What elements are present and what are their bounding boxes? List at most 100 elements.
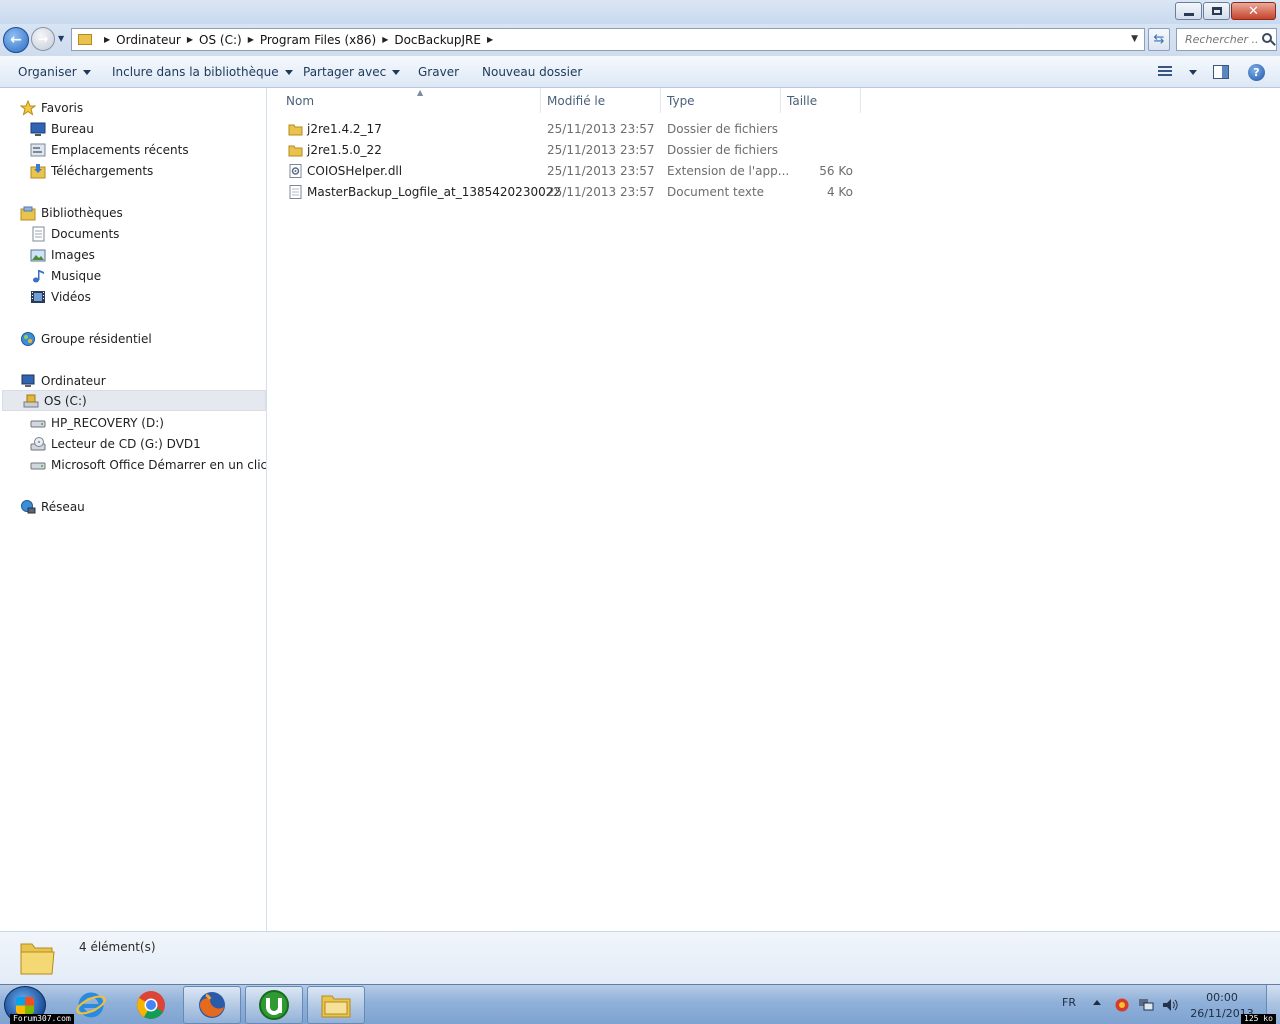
antivirus-icon[interactable]	[1114, 998, 1130, 1012]
file-list: Nom ▲ Modifié le Type Taille j2re1.4.2_1…	[268, 88, 1280, 931]
nav-network[interactable]: Réseau	[20, 496, 85, 517]
network-status-icon[interactable]	[1138, 998, 1154, 1012]
breadcrumb-separator-icon[interactable]: ▶	[187, 35, 193, 44]
burn-button[interactable]: Graver	[418, 65, 459, 79]
nav-drive-g[interactable]: Lecteur de CD (G:) DVD1	[30, 433, 201, 454]
nav-downloads-label: Téléchargements	[51, 163, 154, 178]
search-icon[interactable]	[1262, 33, 1272, 43]
nav-documents-label: Documents	[51, 226, 120, 241]
nav-downloads[interactable]: Téléchargements	[30, 160, 153, 181]
breadcrumb-separator-icon[interactable]: ▶	[487, 35, 493, 44]
new-folder-button[interactable]: Nouveau dossier	[482, 65, 582, 79]
recent-pages-dropdown[interactable]: ▼	[58, 34, 64, 43]
file-row[interactable]: j2re1.4.2_17 25/11/2013 23:57 Dossier de…	[286, 119, 856, 140]
maximize-button[interactable]	[1203, 2, 1230, 20]
column-header-size[interactable]: Taille	[781, 88, 861, 113]
forward-button[interactable]: →	[31, 27, 55, 51]
file-row[interactable]: MasterBackup_Logfile_at_1385420230022 25…	[286, 182, 856, 203]
preview-pane-icon[interactable]	[1213, 65, 1229, 79]
breadcrumb-program-files[interactable]: Program Files (x86)	[260, 33, 376, 47]
chrome-button[interactable]	[122, 986, 180, 1024]
nav-computer-label: Ordinateur	[41, 373, 106, 388]
nav-drive-d[interactable]: HP_RECOVERY (D:)	[30, 412, 164, 433]
file-name: COIOSHelper.dll	[307, 164, 403, 178]
utorrent-button[interactable]	[245, 986, 303, 1024]
nav-favorites-label: Favoris	[41, 100, 84, 115]
dll-icon	[289, 164, 302, 178]
close-icon: ✕	[1248, 3, 1259, 19]
nav-images[interactable]: Images	[30, 244, 95, 265]
view-options-dropdown[interactable]	[1183, 65, 1197, 79]
address-dropdown-icon[interactable]: ▼	[1131, 34, 1138, 44]
downloads-folder-icon	[30, 163, 46, 179]
include-library-menu[interactable]: Inclure dans la bibliothèque	[112, 65, 293, 79]
cd-drive-icon	[30, 436, 46, 452]
address-bar[interactable]: ▶ Ordinateur ▶ OS (C:) ▶ Program Files (…	[71, 28, 1145, 51]
nav-homegroup-label: Groupe résidentiel	[41, 331, 152, 346]
close-button[interactable]: ✕	[1231, 2, 1276, 20]
nav-music[interactable]: Musique	[30, 265, 101, 286]
file-size: 56 Ko	[819, 164, 853, 178]
breadcrumb-drive-c[interactable]: OS (C:)	[199, 33, 242, 47]
column-header-modified[interactable]: Modifié le	[541, 88, 661, 113]
images-icon	[30, 247, 46, 263]
nav-desktop-label: Bureau	[51, 121, 94, 136]
nav-favorites[interactable]: Favoris	[19, 97, 84, 118]
file-modified: 25/11/2013 23:57	[547, 164, 655, 178]
column-header-type[interactable]: Type	[661, 88, 781, 113]
star-icon	[19, 99, 37, 116]
volume-icon[interactable]	[1162, 998, 1178, 1012]
nav-recent-places[interactable]: Emplacements récents	[30, 139, 189, 160]
breadcrumb-docbackupjre[interactable]: DocBackupJRE	[394, 33, 481, 47]
file-row[interactable]: j2re1.5.0_22 25/11/2013 23:57 Dossier de…	[286, 140, 856, 161]
nav-drive-office-label: Microsoft Office Démarrer en un clic 201…	[51, 457, 267, 472]
breadcrumb-separator-icon[interactable]: ▶	[248, 35, 254, 44]
nav-desktop[interactable]: Bureau	[30, 118, 94, 139]
search-input[interactable]	[1185, 33, 1257, 46]
nav-computer[interactable]: Ordinateur	[20, 370, 106, 391]
nav-recent-places-label: Emplacements récents	[51, 142, 189, 157]
firefox-button[interactable]	[183, 986, 241, 1024]
minimize-icon	[1183, 13, 1194, 16]
change-view-icon[interactable]	[1158, 66, 1174, 78]
nav-libraries[interactable]: Bibliothèques	[20, 202, 123, 223]
windows-explorer-button[interactable]	[307, 986, 365, 1024]
chevron-down-icon	[284, 70, 293, 75]
search-box[interactable]	[1176, 28, 1277, 51]
refresh-icon: ⇆	[1153, 32, 1165, 47]
breadcrumb-separator-icon[interactable]: ▶	[382, 35, 388, 44]
libraries-icon	[20, 205, 36, 221]
column-header-name[interactable]: Nom ▲	[280, 88, 541, 113]
nav-documents[interactable]: Documents	[30, 223, 119, 244]
windows-explorer-icon	[321, 995, 351, 1018]
file-modified: 25/11/2013 23:57	[547, 122, 655, 136]
nav-drive-c[interactable]: OS (C:)	[2, 390, 266, 411]
folder-icon	[288, 145, 303, 157]
nav-music-label: Musique	[51, 268, 102, 283]
nav-drive-g-label: Lecteur de CD (G:) DVD1	[51, 436, 201, 451]
refresh-button[interactable]: ⇆	[1148, 28, 1170, 51]
internet-explorer-icon	[76, 992, 106, 1018]
breadcrumb-separator-icon[interactable]: ▶	[104, 35, 110, 44]
chrome-icon	[137, 991, 165, 1019]
minimize-button[interactable]	[1175, 2, 1202, 20]
language-indicator[interactable]: FR	[1062, 996, 1076, 1009]
back-button[interactable]: ←	[3, 27, 29, 53]
file-name: j2re1.4.2_17	[307, 122, 382, 136]
organize-menu[interactable]: Organiser	[18, 65, 91, 79]
organize-label: Organiser	[18, 65, 77, 79]
show-hidden-icons-icon[interactable]	[1093, 1000, 1101, 1005]
breadcrumb-computer[interactable]: Ordinateur	[116, 33, 181, 47]
nav-homegroup[interactable]: Groupe résidentiel	[20, 328, 152, 349]
file-type: Dossier de fichiers	[667, 143, 779, 157]
help-icon[interactable]: ?	[1248, 64, 1265, 81]
nav-videos[interactable]: Vidéos	[30, 286, 91, 307]
network-icon	[20, 499, 36, 515]
nav-drive-office[interactable]: Microsoft Office Démarrer en un clic 201…	[30, 454, 267, 475]
file-row[interactable]: COIOSHelper.dll 25/11/2013 23:57 Extensi…	[286, 161, 856, 182]
share-with-menu[interactable]: Partager avec	[303, 65, 401, 79]
include-library-label: Inclure dans la bibliothèque	[112, 65, 279, 79]
file-name: MasterBackup_Logfile_at_1385420230022	[307, 185, 561, 199]
window-controls: ✕	[1175, 2, 1276, 20]
text-file-icon	[289, 185, 302, 199]
